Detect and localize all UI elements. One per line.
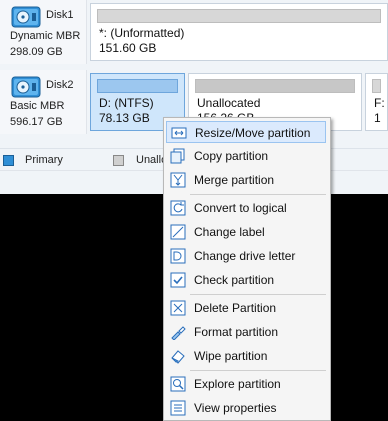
convert-icon <box>170 200 186 216</box>
menu-item-convert-logical[interactable]: Convert to logical <box>166 197 326 219</box>
menu-item-change-label[interactable]: Change label <box>166 221 326 243</box>
menu-item-label: View properties <box>194 401 277 415</box>
menu-item-format-partition[interactable]: Format partition <box>166 321 326 343</box>
partition-usage-bar <box>97 9 381 23</box>
legend-unallocated-swatch <box>113 155 124 166</box>
menu-item-label: Format partition <box>194 325 279 339</box>
disk-info-2[interactable]: Disk2 Basic MBR 596.17 GB <box>0 70 87 134</box>
menu-item-label: Wipe partition <box>194 349 268 363</box>
hard-disk-icon <box>11 6 41 28</box>
disk-size: 298.09 GB <box>10 46 63 58</box>
menu-item-label: Copy partition <box>194 149 269 163</box>
disk-name: Disk2 <box>46 79 74 91</box>
disk-row-1: Disk1 Dynamic MBR 298.09 GB *: (Unformat… <box>0 0 388 64</box>
copy-icon <box>170 148 185 164</box>
partition-size: 1 <box>374 111 381 125</box>
menu-item-label: Check partition <box>194 273 275 287</box>
disk-type: Basic MBR <box>10 100 65 112</box>
explore-icon <box>170 376 186 392</box>
menu-separator <box>190 370 326 371</box>
format-icon <box>171 326 186 340</box>
menu-item-resize-move[interactable]: Resize/Move partition <box>166 121 326 143</box>
partition-name: D: (NTFS) <box>99 96 154 110</box>
partition-context-menu: Resize/Move partition Copy partition Mer… <box>163 117 331 421</box>
hard-disk-icon <box>11 76 41 98</box>
menu-item-label: Merge partition <box>194 173 275 187</box>
partition-usage-bar <box>195 79 355 93</box>
partition-usage-bar <box>97 79 178 93</box>
partition-size: 151.60 GB <box>99 41 157 55</box>
menu-item-wipe-partition[interactable]: Wipe partition <box>166 345 326 367</box>
drive-letter-icon <box>170 248 186 264</box>
menu-item-label: Convert to logical <box>194 201 287 215</box>
check-icon <box>170 272 186 288</box>
menu-item-label: Change drive letter <box>194 249 296 263</box>
menu-item-change-drive-letter[interactable]: Change drive letter <box>166 245 326 267</box>
menu-item-label: Change label <box>194 225 265 239</box>
menu-item-label: Delete Partition <box>194 301 277 315</box>
menu-item-explore-partition[interactable]: Explore partition <box>166 373 326 395</box>
disk-type: Dynamic MBR <box>10 30 81 42</box>
merge-icon <box>170 172 186 188</box>
menu-item-copy[interactable]: Copy partition <box>166 145 326 167</box>
menu-item-label: Explore partition <box>194 377 281 391</box>
resize-icon <box>171 127 187 139</box>
partition-name: Unallocated <box>197 96 261 110</box>
partition-usage-bar <box>372 79 381 93</box>
delete-icon <box>170 300 186 316</box>
properties-icon <box>170 400 186 416</box>
menu-item-merge[interactable]: Merge partition <box>166 169 326 191</box>
disk-info-1[interactable]: Disk1 Dynamic MBR 298.09 GB <box>0 0 87 64</box>
partition-name: *: (Unformatted) <box>99 26 185 40</box>
partition-name: F: <box>374 96 385 110</box>
partition-size: 78.13 GB <box>99 111 150 125</box>
wipe-icon <box>171 350 185 364</box>
partition-unformatted[interactable]: *: (Unformatted) 151.60 GB <box>90 3 388 61</box>
legend-primary-swatch <box>3 155 14 166</box>
disk-name: Disk1 <box>46 9 74 21</box>
partition-f[interactable]: F: 1 <box>365 73 388 131</box>
legend-primary-label: Primary <box>25 154 63 166</box>
menu-separator <box>190 194 326 195</box>
label-icon <box>170 224 186 240</box>
menu-item-view-properties[interactable]: View properties <box>166 397 326 419</box>
menu-separator <box>190 294 326 295</box>
menu-item-delete-partition[interactable]: Delete Partition <box>166 297 326 319</box>
disk-size: 596.17 GB <box>10 116 63 128</box>
menu-item-label: Resize/Move partition <box>195 126 311 140</box>
menu-item-check-partition[interactable]: Check partition <box>166 269 326 291</box>
